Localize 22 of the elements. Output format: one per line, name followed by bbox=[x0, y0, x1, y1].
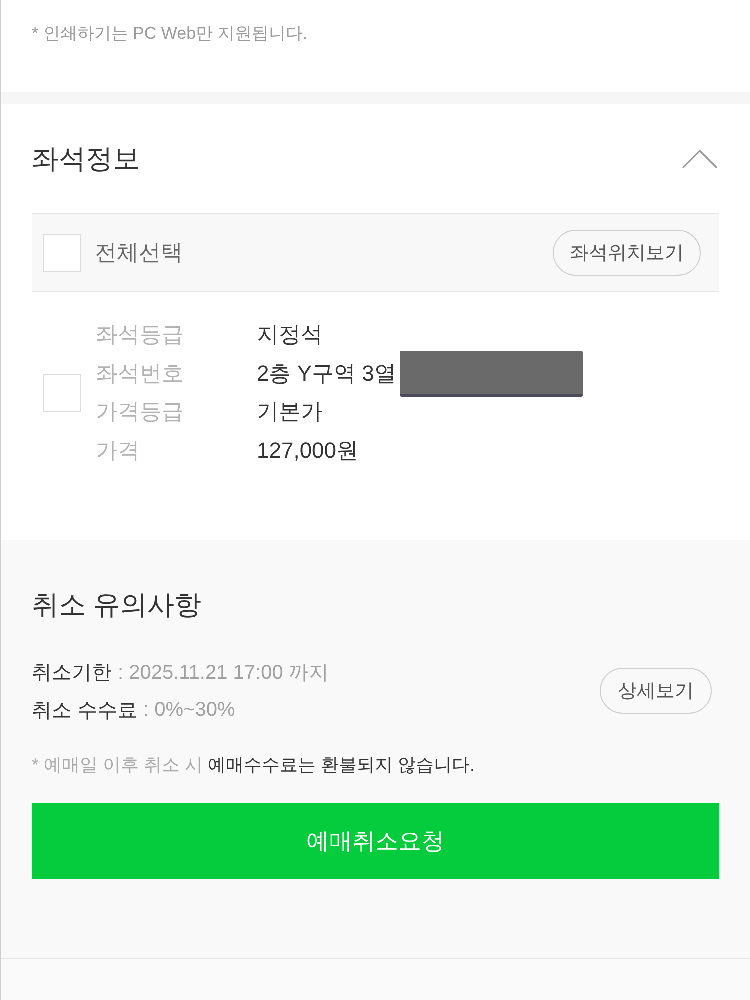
chevron-icon[interactable] bbox=[682, 148, 718, 168]
term-value: : 2025.11.21 17:00 까지 bbox=[118, 660, 329, 686]
seat-location-button[interactable]: 좌석위치보기 bbox=[553, 230, 701, 276]
detail-label: 가격 bbox=[96, 436, 141, 465]
detail-value: 기본가 bbox=[257, 398, 323, 426]
section-title: 좌석정보 bbox=[32, 142, 140, 176]
print-note: * 인쇄하기는 PC Web만 지원됩니다. bbox=[32, 23, 308, 45]
detail-label: 좌석번호 bbox=[96, 360, 185, 388]
detail-value: 지정석 bbox=[257, 321, 323, 350]
select-all-label: 전체선택 bbox=[95, 238, 183, 266]
detail-value: 127,000원 bbox=[257, 436, 359, 465]
term-label: 취소기한 bbox=[32, 660, 112, 686]
select-all-checkbox[interactable] bbox=[43, 234, 81, 272]
detail-label: 가격등급 bbox=[96, 398, 185, 426]
cancel-note: * 예매일 이후 취소 시 예매수수료는 환불되지 않습니다. bbox=[32, 754, 476, 777]
term-value: : 0%~30% bbox=[144, 698, 236, 722]
detail-value: 2층 Y구역 3열 bbox=[257, 360, 396, 388]
term-label: 취소 수수료 bbox=[32, 698, 138, 724]
detail-label: 좌석등급 bbox=[96, 321, 185, 350]
section-title: 취소 유의사항 bbox=[32, 589, 202, 622]
seat-checkbox[interactable] bbox=[43, 374, 81, 412]
details-button[interactable]: 상세보기 bbox=[600, 668, 712, 714]
